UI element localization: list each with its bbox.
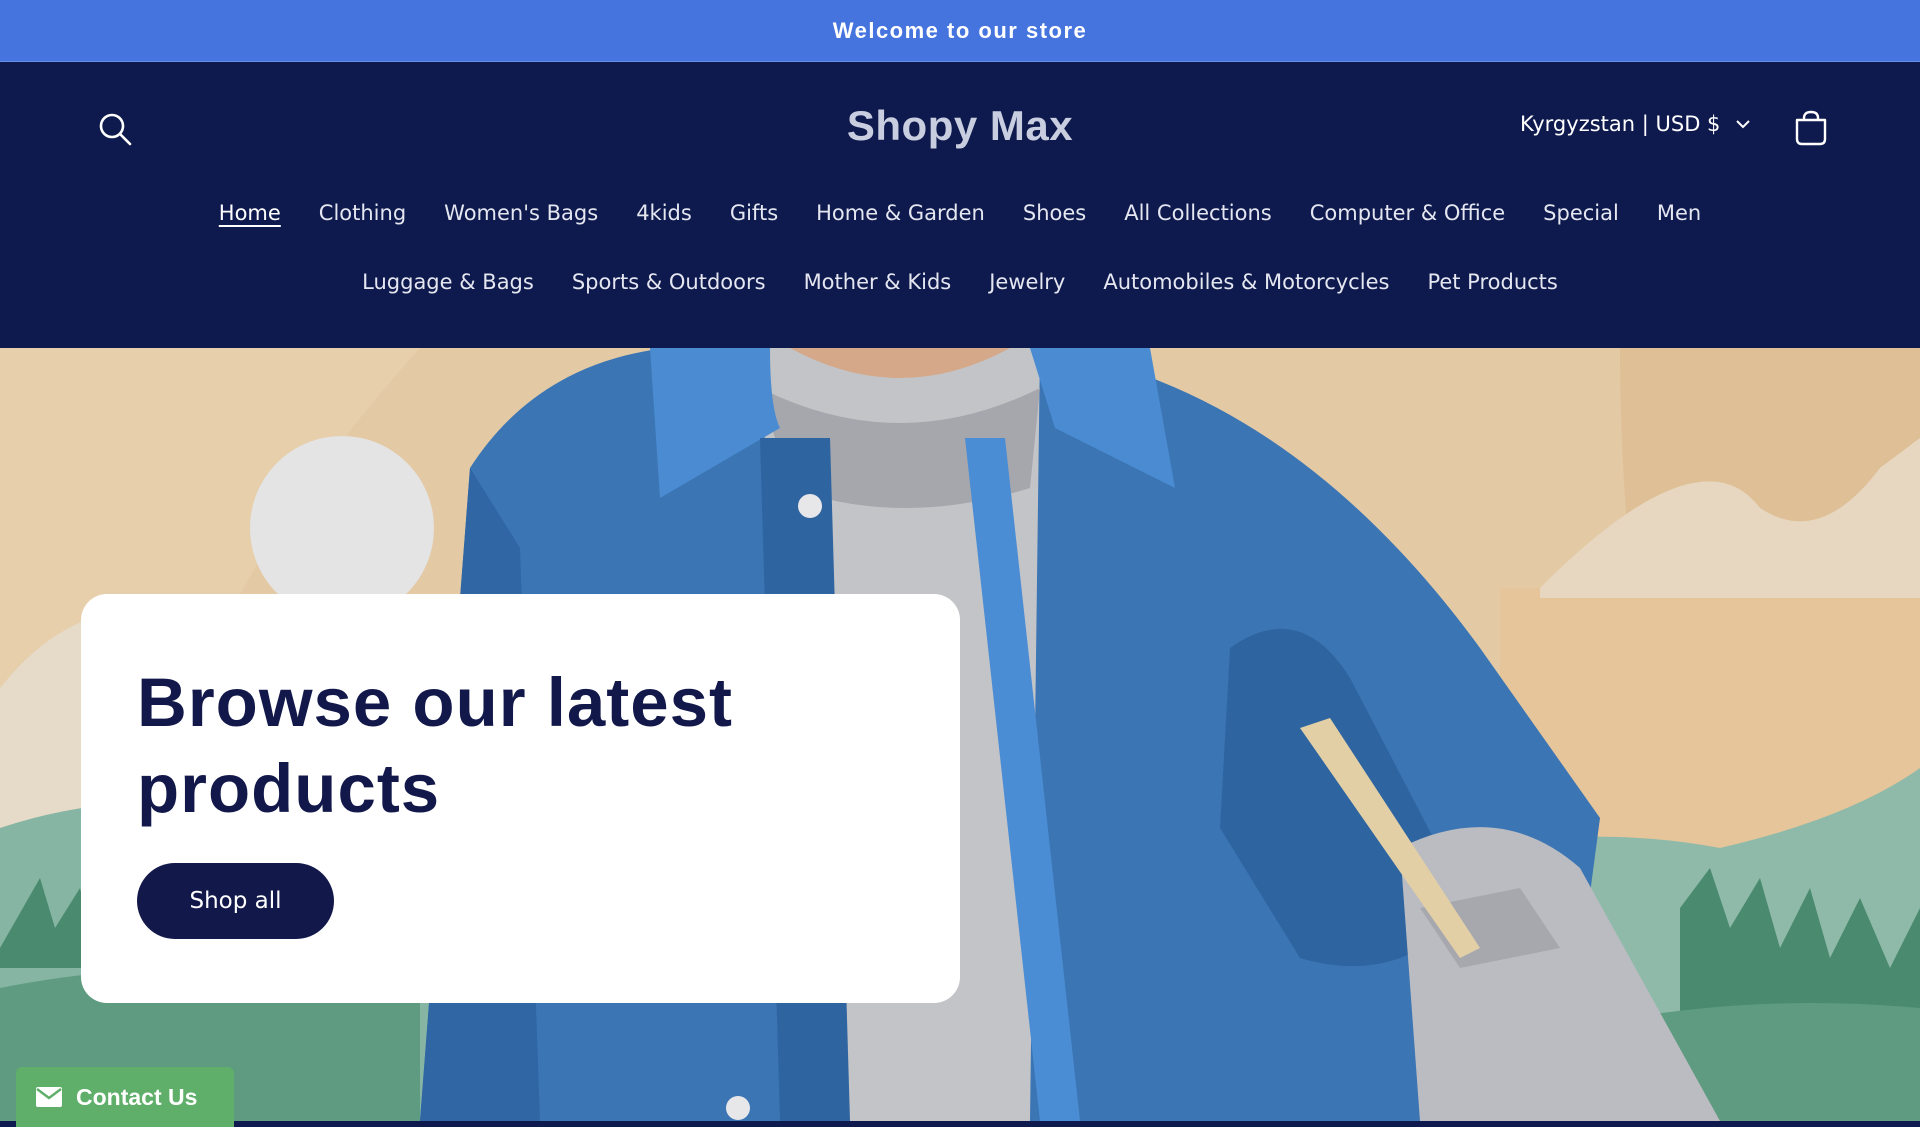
primary-nav-row-2: Luggage & Bags Sports & Outdoors Mother … [0,267,1920,297]
nav-item-sports-outdoors[interactable]: Sports & Outdoors [553,267,785,297]
cart-button[interactable] [1791,108,1831,148]
nav-item-special[interactable]: Special [1524,198,1638,228]
contact-us-label: Contact Us [76,1083,198,1110]
nav-item-luggage-bags[interactable]: Luggage & Bags [343,267,553,297]
nav-item-4kids[interactable]: 4kids [617,198,711,228]
announcement-text: Welcome to our store [832,17,1088,43]
cart-icon [1795,110,1827,146]
store-logo[interactable]: Shopy Max [760,100,1160,152]
hero-title: Browse our latest products [137,664,733,827]
mail-icon [36,1087,62,1107]
nav-item-mother-kids[interactable]: Mother & Kids [785,267,971,297]
nav-item-shoes[interactable]: Shoes [1004,198,1105,228]
nav-item-womens-bags[interactable]: Women's Bags [425,198,617,228]
country-selector[interactable]: Kyrgyzstan | USD $ [1520,112,1752,136]
chevron-down-icon [1736,120,1751,129]
contact-us-button[interactable]: Contact Us [16,1067,234,1127]
nav-item-jewelry[interactable]: Jewelry [970,267,1084,297]
nav-item-automobiles-motorcycles[interactable]: Automobiles & Motorcycles [1084,267,1408,297]
nav-item-all-collections[interactable]: All Collections [1105,198,1291,228]
nav-item-pet-products[interactable]: Pet Products [1408,267,1576,297]
search-button[interactable] [96,110,136,150]
hero-card: Browse our latest products Shop all [81,594,960,1003]
nav-item-gifts[interactable]: Gifts [711,198,797,228]
search-icon [99,113,132,146]
country-selector-label: Kyrgyzstan | USD $ [1520,112,1721,136]
shop-all-button[interactable]: Shop all [137,863,334,939]
nav-item-home[interactable]: Home [200,198,300,228]
announcement-bar: Welcome to our store [0,0,1920,62]
nav-item-home-garden[interactable]: Home & Garden [797,198,1004,228]
site-header: Shopy Max Kyrgyzstan | USD $ Home Clothi… [0,62,1920,348]
primary-nav-row-1: Home Clothing Women's Bags 4kids Gifts H… [0,198,1920,228]
nav-item-clothing[interactable]: Clothing [300,198,425,228]
nav-item-men[interactable]: Men [1638,198,1720,228]
nav-item-computer-office[interactable]: Computer & Office [1291,198,1524,228]
